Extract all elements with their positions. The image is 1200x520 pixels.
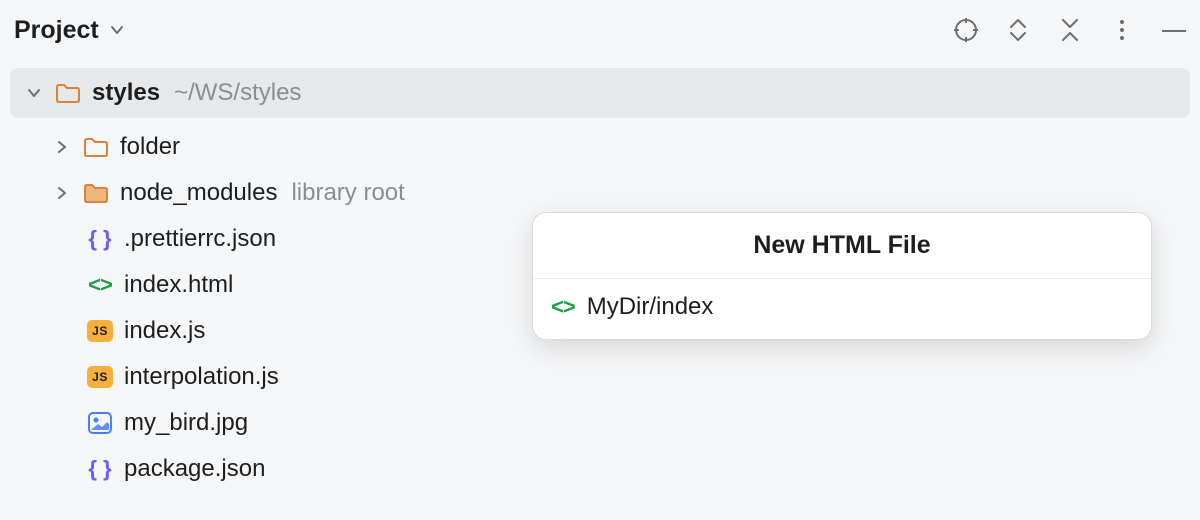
tree-item-label: node_modules xyxy=(120,179,277,207)
header-actions xyxy=(952,16,1188,44)
tree-root-name: styles xyxy=(92,79,160,107)
tree-item-node-modules[interactable]: node_modules library root xyxy=(0,170,1200,216)
json-icon: { } xyxy=(86,225,114,253)
html-icon: <> xyxy=(551,294,575,320)
library-folder-icon xyxy=(82,179,110,207)
tree-item-label: package.json xyxy=(124,455,265,483)
tree-item-my-bird[interactable]: my_bird.jpg xyxy=(0,400,1200,446)
chevron-down-icon[interactable] xyxy=(24,86,44,100)
toolwindow-title: Project xyxy=(14,16,99,45)
tree-item-suffix: library root xyxy=(291,179,404,207)
header-left-group: Project xyxy=(14,16,125,45)
tree-item-label: index.js xyxy=(124,317,205,345)
tree-item-label: my_bird.jpg xyxy=(124,409,248,437)
tree-root[interactable]: styles ~/WS/styles xyxy=(10,68,1190,118)
tree-item-label: .prettierrc.json xyxy=(124,225,276,253)
tree-item-label: interpolation.js xyxy=(124,363,279,391)
collapse-all-icon[interactable] xyxy=(1056,16,1084,44)
tree-item-package-json[interactable]: { } package.json xyxy=(0,446,1200,492)
popup-option-html[interactable]: <> xyxy=(533,279,1151,339)
minimize-icon[interactable] xyxy=(1160,16,1188,44)
chevron-right-icon[interactable] xyxy=(52,186,72,200)
tree-item-folder[interactable]: folder xyxy=(0,124,1200,170)
locate-icon[interactable] xyxy=(952,16,980,44)
html-icon: <> xyxy=(86,271,114,299)
expand-collapse-icon[interactable] xyxy=(1004,16,1032,44)
toolwindow-header: Project xyxy=(0,0,1200,60)
chevron-down-icon[interactable] xyxy=(109,22,125,38)
js-icon: JS xyxy=(86,363,114,391)
tree-item-label: index.html xyxy=(124,271,233,299)
folder-icon xyxy=(54,79,82,107)
json-icon: { } xyxy=(86,455,114,483)
popup-title: New HTML File xyxy=(533,213,1151,279)
folder-icon xyxy=(82,133,110,161)
more-icon[interactable] xyxy=(1108,16,1136,44)
new-file-popup: New HTML File <> xyxy=(532,212,1152,340)
chevron-right-icon[interactable] xyxy=(52,140,72,154)
js-icon: JS xyxy=(86,317,114,345)
tree-item-label: folder xyxy=(120,133,180,161)
tree-item-interpolation-js[interactable]: JS interpolation.js xyxy=(0,354,1200,400)
filename-input[interactable] xyxy=(587,293,1133,321)
tree-root-path: ~/WS/styles xyxy=(174,79,301,107)
image-icon xyxy=(86,409,114,437)
